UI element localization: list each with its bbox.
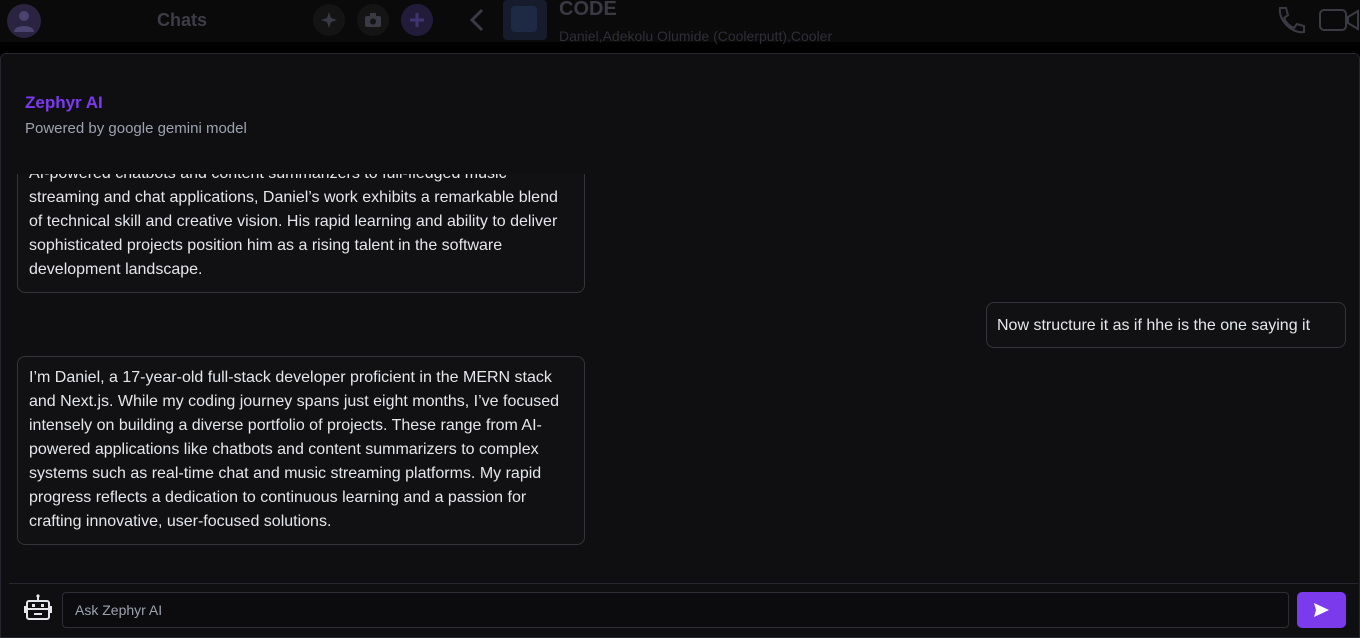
assistant-name: Zephyr AI [25, 93, 103, 112]
back-button[interactable] [466, 8, 488, 37]
zephyr-ai-modal: Zephyr AI Powered by google gemini model… [0, 53, 1360, 638]
camera-button[interactable] [357, 4, 389, 36]
background-topbar: Chats CODE Daniel,Adekolu Olumide (Coole… [0, 0, 1360, 44]
chat-title: CODE [559, 0, 617, 20]
voice-call-button[interactable] [1274, 4, 1306, 41]
phone-icon [1278, 7, 1305, 34]
user-icon [14, 11, 34, 32]
assistant-subtitle: Powered by google gemini model [25, 120, 247, 137]
sparkle-icon [321, 12, 337, 28]
camera-icon [365, 13, 381, 27]
user-message: Now structure it as if hhe is the one sa… [986, 302, 1346, 348]
user-avatar[interactable] [7, 4, 41, 38]
send-button[interactable] [1297, 592, 1346, 628]
send-icon [1314, 603, 1329, 617]
new-chat-button[interactable] [401, 4, 433, 36]
ai-sparkle-button[interactable] [313, 4, 345, 36]
ai-message: I’m Daniel, a 17-year-old full-stack dev… [17, 356, 585, 545]
group-avatar[interactable] [503, 0, 547, 40]
video-call-button[interactable] [1318, 6, 1360, 39]
composer [9, 583, 1358, 638]
robot-icon [24, 594, 52, 627]
sidebar-title: Chats [157, 10, 208, 30]
ask-input[interactable] [62, 592, 1289, 628]
chat-members: Daniel,Adekolu Olumide (Coolerputt),Cool… [559, 28, 833, 44]
chevron-left-icon [469, 8, 484, 32]
ai-message: AI-powered chatbots and content summariz… [17, 174, 585, 293]
video-icon [1319, 9, 1359, 31]
message-list[interactable]: AI-powered chatbots and content summariz… [1, 174, 1359, 578]
plus-icon [410, 13, 424, 27]
